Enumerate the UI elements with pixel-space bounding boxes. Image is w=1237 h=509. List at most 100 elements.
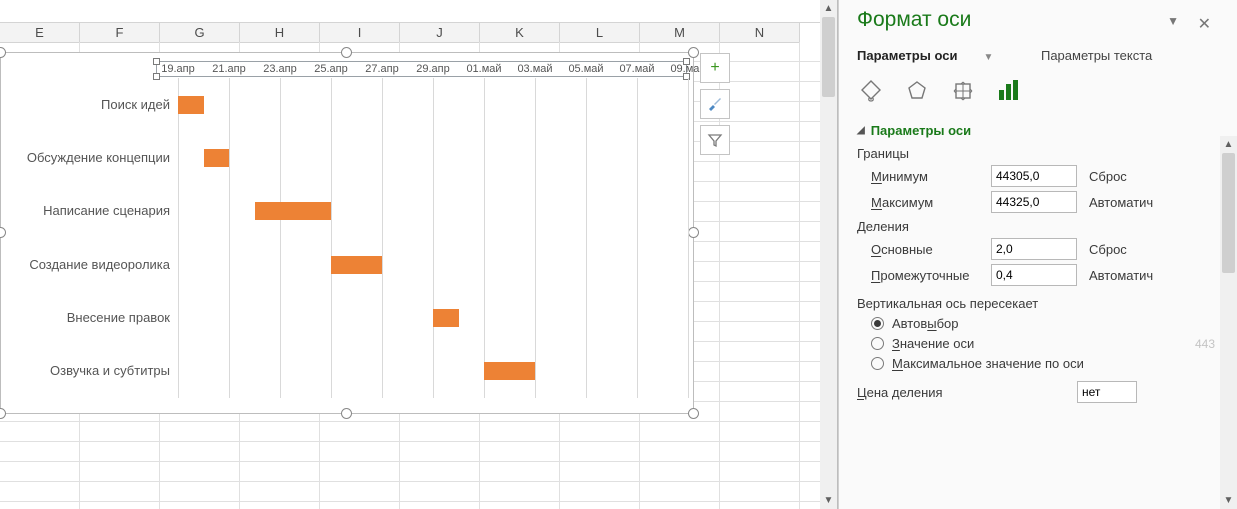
resize-handle[interactable] <box>0 47 6 58</box>
column-header[interactable]: G <box>160 23 240 43</box>
column-header[interactable]: J <box>400 23 480 43</box>
gridline <box>280 78 281 398</box>
column-headers: EFGHIJKLMN <box>0 22 838 42</box>
pane-dropdown-icon[interactable]: ▼ <box>1167 14 1179 28</box>
radio-axis-value[interactable]: Значение оси 443 <box>871 336 1217 351</box>
effects-icon[interactable] <box>903 77 931 105</box>
column-header[interactable]: N <box>720 23 800 43</box>
column-header[interactable]: H <box>240 23 320 43</box>
gantt-bar[interactable] <box>204 149 230 167</box>
axis-cross-heading: Вертикальная ось пересекает <box>857 296 1217 311</box>
radio-label: Максимальное значение по оси <box>892 356 1084 371</box>
resize-handle[interactable] <box>341 47 352 58</box>
x-axis-tick-label: 29.апр <box>416 63 449 75</box>
plus-icon: + <box>710 59 719 77</box>
gridline <box>688 78 689 398</box>
close-icon: ✕ <box>1198 16 1211 33</box>
funnel-icon <box>707 132 723 148</box>
gantt-bar[interactable] <box>255 202 332 220</box>
chart-add-element-button[interactable]: + <box>700 53 730 83</box>
tab-axis-options[interactable]: Параметры оси▼ <box>857 48 1019 63</box>
resize-handle[interactable] <box>688 227 699 238</box>
scrollbar-thumb[interactable] <box>1222 153 1235 273</box>
scroll-up-arrow-icon[interactable]: ▲ <box>1220 136 1237 153</box>
maximum-input[interactable] <box>991 191 1077 213</box>
gridline <box>484 78 485 398</box>
gridline <box>433 78 434 398</box>
gridline <box>637 78 638 398</box>
gridline <box>535 78 536 398</box>
selection-corner[interactable] <box>153 73 160 80</box>
x-axis-tick-label: 03.май <box>517 63 552 75</box>
axis-options-icon[interactable] <box>995 77 1023 105</box>
minor-ticks-label: Промежуточные <box>871 268 991 283</box>
display-units-select[interactable] <box>1077 381 1137 403</box>
gantt-bar[interactable] <box>433 309 459 327</box>
scroll-down-arrow-icon[interactable]: ▼ <box>1220 492 1237 509</box>
resize-handle[interactable] <box>341 408 352 419</box>
scroll-down-arrow-icon[interactable]: ▼ <box>820 492 837 509</box>
x-axis-tick-label: 27.апр <box>365 63 398 75</box>
section-axis-options[interactable]: ◢ Параметры оси <box>857 123 1217 138</box>
tab-text-options[interactable]: Параметры текста <box>1041 48 1152 63</box>
worksheet-area: EFGHIJKLMN 19.апр21.апр23.апр25.апр27.ап… <box>0 0 838 509</box>
resize-handle[interactable] <box>688 408 699 419</box>
chart-tool-buttons: + <box>700 53 732 161</box>
major-ticks-input[interactable] <box>991 238 1077 260</box>
x-axis-tick-label: 23.апр <box>263 63 296 75</box>
column-header[interactable]: L <box>560 23 640 43</box>
minimum-label: Минимум <box>871 169 991 184</box>
fill-line-icon[interactable] <box>857 77 885 105</box>
radio-icon <box>871 357 884 370</box>
format-axis-pane: Формат оси ▼ ✕ Параметры оси▼ Параметры … <box>838 0 1237 509</box>
gridline <box>178 78 179 398</box>
bounds-heading: Границы <box>857 146 1217 161</box>
gantt-bar[interactable] <box>484 362 535 380</box>
column-header[interactable]: E <box>0 23 80 43</box>
scroll-up-arrow-icon[interactable]: ▲ <box>820 0 837 17</box>
pane-close-button[interactable]: ✕ <box>1192 12 1217 36</box>
resize-handle[interactable] <box>0 227 6 238</box>
chart-plot-area[interactable]: 19.апр21.апр23.апр25.апр27.апр29.апр01.м… <box>178 78 688 398</box>
y-axis-category-label: Поиск идей <box>2 97 176 112</box>
gridline <box>229 78 230 398</box>
maximum-label: Максимум <box>871 195 991 210</box>
column-header[interactable]: I <box>320 23 400 43</box>
radio-max-value[interactable]: Максимальное значение по оси <box>871 356 1217 371</box>
column-header[interactable]: F <box>80 23 160 43</box>
pane-title: Формат оси <box>857 8 1217 32</box>
y-axis-category-label: Озвучка и субтитры <box>2 363 176 378</box>
tab-label: Параметры оси <box>857 48 957 63</box>
major-reset-button[interactable]: Сброс <box>1089 242 1127 257</box>
y-axis-category-label: Обсуждение концепции <box>2 150 176 165</box>
display-units-label: Цена деления <box>857 385 1077 400</box>
gridline <box>331 78 332 398</box>
ticks-heading: Деления <box>857 219 1217 234</box>
chart-styles-button[interactable] <box>700 89 730 119</box>
x-axis-tick-label: 05.май <box>568 63 603 75</box>
minor-auto-label: Автоматич <box>1089 268 1153 283</box>
pane-vertical-scrollbar[interactable]: ▲ ▼ <box>1220 136 1237 509</box>
radio-icon <box>871 337 884 350</box>
minimum-reset-button[interactable]: Сброс <box>1089 169 1127 184</box>
gantt-bar[interactable] <box>178 96 204 114</box>
minimum-input[interactable] <box>991 165 1077 187</box>
worksheet-vertical-scrollbar[interactable]: ▲ ▼ <box>820 0 837 509</box>
radio-label: Автовыбор <box>892 316 959 331</box>
size-properties-icon[interactable] <box>949 77 977 105</box>
radio-auto[interactable]: Автовыбор <box>871 316 1217 331</box>
gantt-bar[interactable] <box>331 256 382 274</box>
resize-handle[interactable] <box>688 47 699 58</box>
maximum-auto-label: Автоматич <box>1089 195 1153 210</box>
selection-corner[interactable] <box>153 58 160 65</box>
minor-ticks-input[interactable] <box>991 264 1077 286</box>
scrollbar-thumb[interactable] <box>822 17 835 97</box>
column-header[interactable]: M <box>640 23 720 43</box>
gridline <box>382 78 383 398</box>
x-axis-tick-label: 25.апр <box>314 63 347 75</box>
collapse-triangle-icon: ◢ <box>857 125 865 136</box>
y-axis-category-label: Написание сценария <box>2 203 176 218</box>
chart-filter-button[interactable] <box>700 125 730 155</box>
column-header[interactable]: K <box>480 23 560 43</box>
x-axis-tick-label: 01.май <box>466 63 501 75</box>
